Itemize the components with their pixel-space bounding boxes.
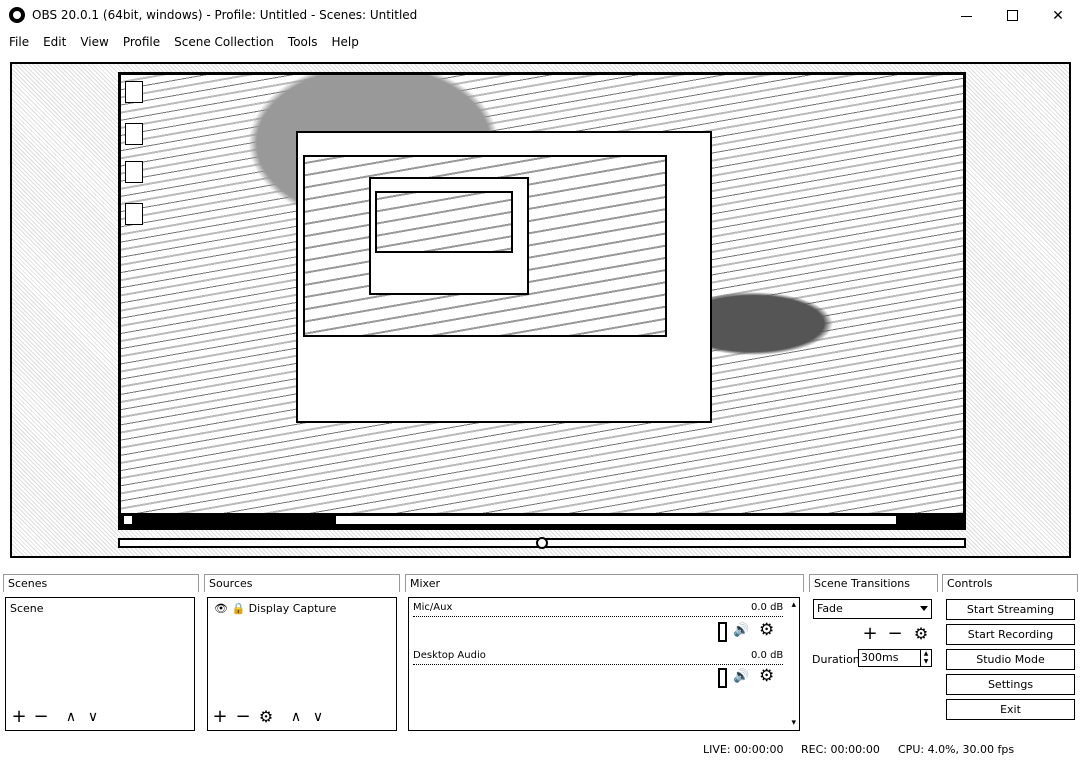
scroll-down-icon[interactable]: ▾ [791,718,796,728]
add-transition-button[interactable]: + [860,625,880,643]
menu-edit[interactable]: Edit [36,31,73,53]
add-scene-button[interactable]: + [9,708,29,726]
live-status: LIVE: 00:00:00 [703,743,784,756]
menu-tools[interactable]: Tools [281,31,325,53]
speaker-icon[interactable]: 🔊 [733,623,749,638]
desktop-shortcut-icon [125,203,143,225]
start-streaming-button[interactable]: Start Streaming [946,599,1075,620]
mixer-channel-db: 0.0 dB [751,650,784,661]
duration-label: Duration [812,653,860,666]
menu-bar: File Edit View Profile Scene Collection … [0,31,1081,53]
transition-gear-icon[interactable]: ⚙ [911,625,931,643]
rec-status: REC: 00:00:00 [801,743,880,756]
remove-source-button[interactable]: − [233,708,253,726]
display-capture-preview [118,72,966,530]
move-scene-down-button[interactable]: ∨ [83,708,103,726]
close-button[interactable]: ✕ [1035,0,1081,31]
add-source-button[interactable]: + [210,708,230,726]
source-label: Display Capture [248,602,337,615]
lock-icon[interactable]: 🔒 [231,602,245,615]
eye-icon[interactable]: 👁 [214,602,228,615]
move-source-up-button[interactable]: ∧ [286,708,306,726]
nested-preview-2 [375,191,513,253]
nested-preview [303,155,667,337]
close-icon: ✕ [1052,7,1064,24]
source-properties-gear-icon[interactable]: ⚙ [256,708,276,726]
start-icon [124,516,132,524]
mixer-gear-icon[interactable]: ⚙ [759,620,774,640]
menu-file[interactable]: File [2,31,36,53]
controls-dock-title: Controls [942,574,1078,592]
volume-meter [413,664,783,665]
sources-dock-title: Sources [204,574,400,592]
remove-scene-button[interactable]: − [31,708,51,726]
menu-scene-collection[interactable]: Scene Collection [167,31,281,53]
desktop-icon [125,123,143,145]
nested-obs-window-2 [369,177,529,295]
move-scene-up-button[interactable]: ∧ [61,708,81,726]
source-item[interactable]: 👁 🔒 Display Capture [214,602,336,615]
studio-mode-button[interactable]: Studio Mode [946,649,1075,670]
spin-arrows-icon[interactable]: ▲ ▼ [920,650,931,666]
move-source-down-button[interactable]: ∨ [308,708,328,726]
transition-select[interactable]: Fade [813,599,932,619]
preview-canvas[interactable] [10,62,1071,558]
menu-help[interactable]: Help [324,31,365,53]
scenes-dock-title: Scenes [3,574,199,592]
maximize-icon [1006,10,1018,21]
mixer-channel-name: Desktop Audio [413,650,486,661]
mixer-gear-icon[interactable]: ⚙ [759,666,774,686]
minimize-button[interactable] [943,0,989,31]
obs-desktop-icon [125,161,143,183]
minimize-icon [960,16,972,17]
recycle-bin-icon [125,81,143,103]
volume-meter [413,616,783,617]
cpu-status: CPU: 4.0%, 30.00 fps [898,743,1015,756]
speaker-icon[interactable]: 🔊 [733,669,749,684]
nested-obs-window [296,131,712,423]
mixer-channel-db: 0.0 dB [751,602,784,613]
obs-logo-icon [9,7,25,23]
preview-scrollbar[interactable] [118,537,966,549]
window-title: OBS 20.0.1 (64bit, windows) - Profile: U… [32,8,418,22]
scroll-up-icon[interactable]: ▴ [791,600,796,610]
exit-button[interactable]: Exit [946,699,1075,720]
title-bar: OBS 20.0.1 (64bit, windows) - Profile: U… [0,0,1081,31]
volume-slider-handle[interactable] [718,668,727,688]
duration-value: 300ms [861,651,899,664]
menu-profile[interactable]: Profile [116,31,167,53]
scene-item[interactable]: Scene [10,602,44,615]
mixer-panel: Mic/Aux 0.0 dB 🔊 ⚙ Desktop Audio 0.0 dB … [408,597,800,731]
maximize-button[interactable] [989,0,1035,31]
mixer-dock-title: Mixer [405,574,804,592]
taskbar-search [336,516,896,524]
scrollbar-thumb[interactable] [536,537,548,549]
taskbar [121,513,963,527]
transitions-dock-title: Scene Transitions [809,574,938,592]
start-recording-button[interactable]: Start Recording [946,624,1075,645]
chevron-down-icon [920,606,928,611]
transition-select-value: Fade [817,602,843,615]
mixer-channel-name: Mic/Aux [413,602,453,613]
menu-view[interactable]: View [73,31,115,53]
volume-slider-handle[interactable] [718,622,727,642]
duration-spinbox[interactable]: 300ms ▲ ▼ [858,649,932,667]
settings-button[interactable]: Settings [946,674,1075,695]
remove-transition-button[interactable]: − [885,625,905,643]
